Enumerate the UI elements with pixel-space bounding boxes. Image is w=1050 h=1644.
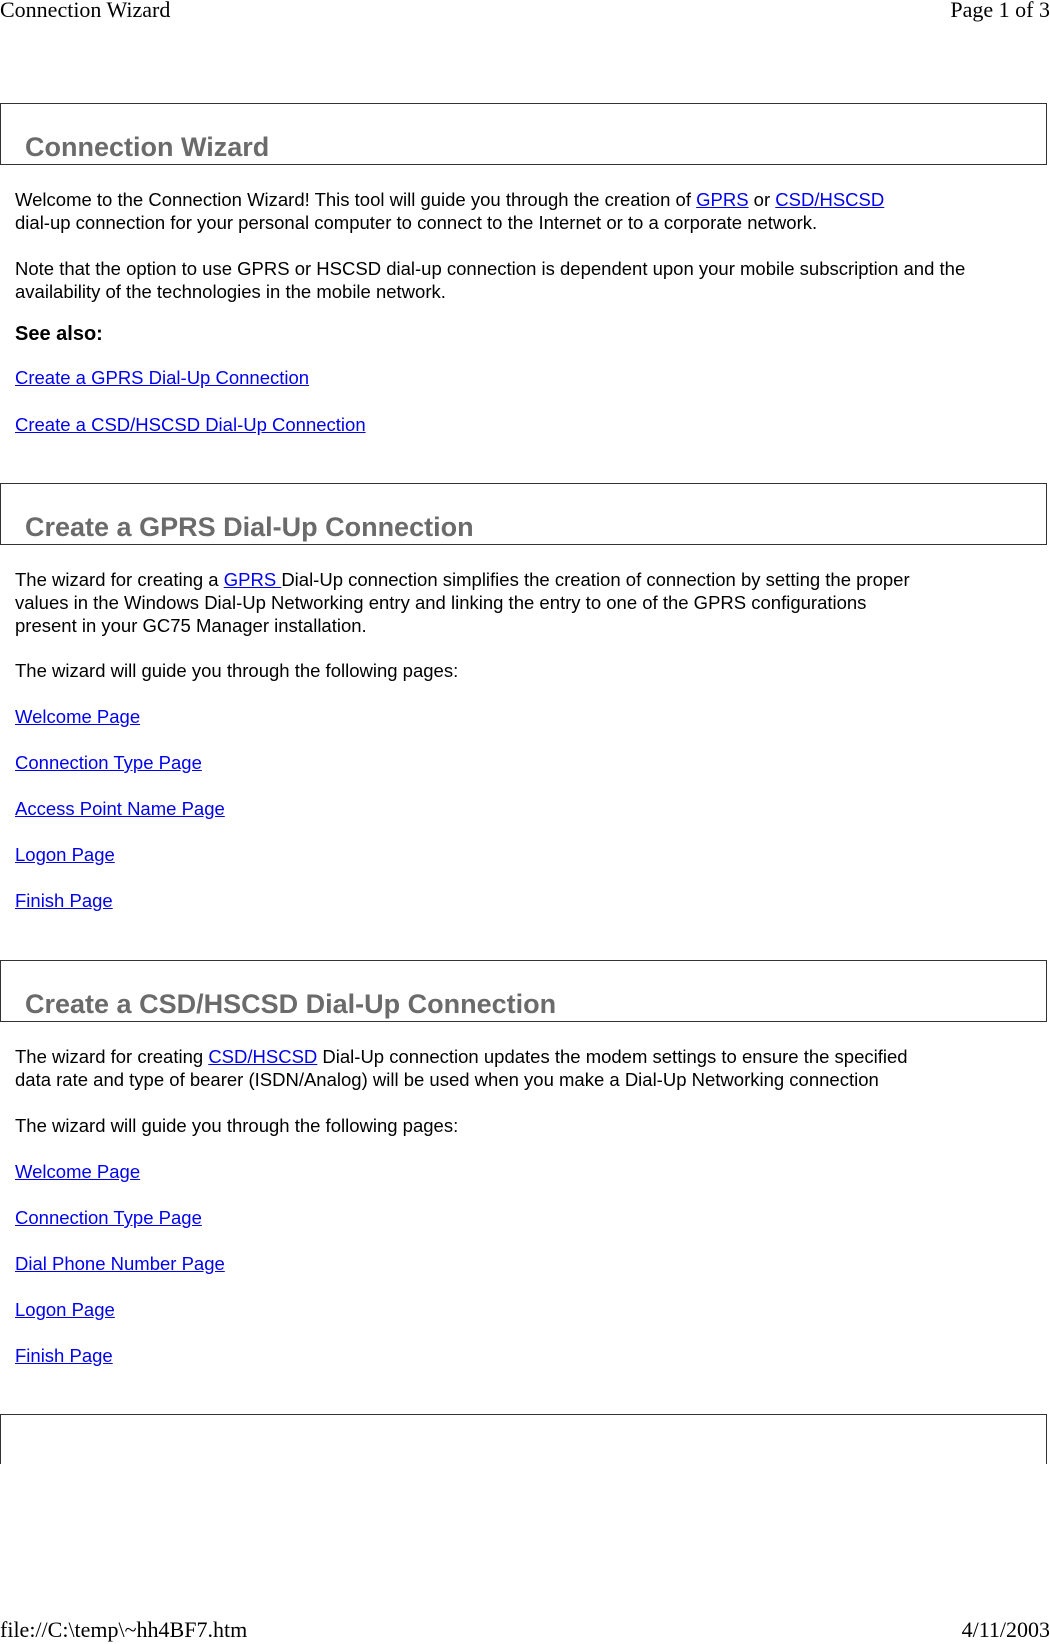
gprs-link[interactable]: GPRS	[696, 189, 748, 210]
csd-text: The wizard for creating	[15, 1046, 209, 1067]
gprs-page-link-access-point-name[interactable]: Access Point Name Page	[15, 798, 225, 819]
page-indicator: Page 1 of 3	[950, 0, 1050, 22]
print-header-title: Connection Wizard	[0, 0, 171, 22]
csd-page-link-logon[interactable]: Logon Page	[15, 1299, 115, 1320]
intro-text: or	[748, 189, 776, 210]
csd-page-link-finish[interactable]: Finish Page	[15, 1345, 113, 1366]
gprs-page-link-logon[interactable]: Logon Page	[15, 844, 115, 865]
see-also-link-csd[interactable]: Create a CSD/HSCSD Dial-Up Connection	[15, 414, 366, 435]
gprs-definition-link[interactable]: GPRS	[224, 569, 282, 590]
csd-page-link-welcome[interactable]: Welcome Page	[15, 1161, 140, 1182]
gprs-paragraph-2: The wizard will guide you through the fo…	[15, 660, 459, 681]
print-header: Connection Wizard Page 1 of 3	[0, 0, 1050, 23]
csd-paragraph-2: The wizard will guide you through the fo…	[15, 1115, 459, 1136]
gprs-page-link-finish[interactable]: Finish Page	[15, 890, 113, 911]
gprs-text: values in the Windows Dial-Up Networking…	[15, 592, 867, 613]
section-heading-intro: Connection Wizard	[25, 132, 270, 162]
csd-text: Dial-Up connection updates the modem set…	[317, 1046, 908, 1067]
print-date: 4/11/2003	[961, 1617, 1050, 1642]
csd-page-link-connection-type[interactable]: Connection Type Page	[15, 1207, 202, 1228]
see-also-label: See also:	[15, 323, 103, 345]
intro-paragraph-1: Welcome to the Connection Wizard! This t…	[15, 188, 1035, 234]
csd-text: data rate and type of bearer (ISDN/Analo…	[15, 1069, 879, 1090]
intro-text: Welcome to the Connection Wizard! This t…	[15, 189, 697, 210]
section-heading-box-intro: Connection Wizard	[0, 103, 1047, 165]
csd-page-link-dial-phone-number[interactable]: Dial Phone Number Page	[15, 1253, 225, 1274]
gprs-page-link-connection-type[interactable]: Connection Type Page	[15, 752, 202, 773]
gprs-text: present in your GC75 Manager installatio…	[15, 615, 367, 636]
print-footer: file://C:\temp\~hh4BF7.htm 4/11/2003	[0, 1617, 1050, 1643]
see-also-link-gprs[interactable]: Create a GPRS Dial-Up Connection	[15, 367, 309, 388]
section-heading-box-gprs: Create a GPRS Dial-Up Connection	[0, 483, 1047, 545]
section-heading-gprs: Create a GPRS Dial-Up Connection	[25, 512, 474, 542]
intro-paragraph-2: Note that the option to use GPRS or HSCS…	[15, 258, 966, 302]
section-heading-csd: Create a CSD/HSCSD Dial-Up Connection	[25, 989, 557, 1019]
gprs-text: The wizard for creating a	[15, 569, 224, 590]
file-path: file://C:\temp\~hh4BF7.htm	[0, 1617, 248, 1642]
csd-hscsd-definition-link[interactable]: CSD/HSCSD	[208, 1046, 317, 1067]
gprs-page-link-welcome[interactable]: Welcome Page	[15, 706, 140, 727]
section-heading-box-csd: Create a CSD/HSCSD Dial-Up Connection	[0, 960, 1047, 1022]
csd-hscsd-link[interactable]: CSD/HSCSD	[775, 189, 884, 210]
intro-text: dial-up connection for your personal com…	[15, 212, 818, 233]
section-heading-box-continued	[0, 1414, 1047, 1464]
gprs-text: Dial-Up connection simplifies the creati…	[281, 569, 910, 590]
gprs-paragraph-1: The wizard for creating a GPRS Dial-Up c…	[15, 568, 1035, 637]
csd-paragraph-1: The wizard for creating CSD/HSCSD Dial-U…	[15, 1045, 1035, 1091]
